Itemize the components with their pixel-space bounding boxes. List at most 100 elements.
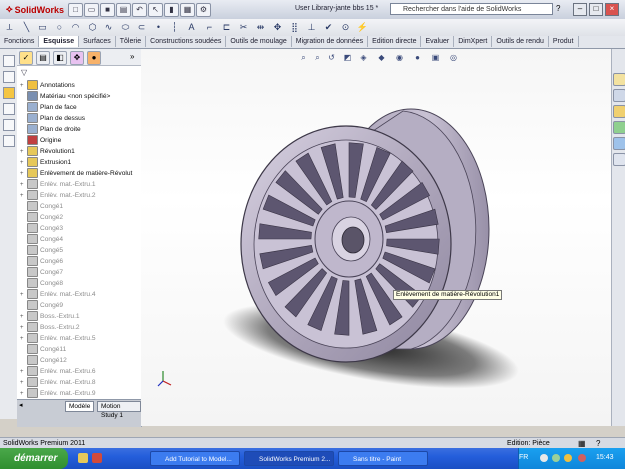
rectangle-icon[interactable]: ▭ (36, 21, 49, 33)
text-icon[interactable]: A (185, 21, 198, 33)
tree-item[interactable]: + Enlèv. mat.-Extru.1 (20, 179, 140, 190)
tree-item[interactable]: + Annotations (20, 80, 140, 91)
custom-properties-icon[interactable] (613, 153, 625, 166)
zoom-area-icon[interactable]: ⌕ (312, 52, 323, 63)
expand-panel-icon[interactable]: » (130, 52, 134, 61)
ellipse-icon[interactable]: ⬭ (119, 21, 132, 33)
tree-item[interactable]: + Enlèv. mat.-Extru.4 (20, 289, 140, 300)
mirror-icon[interactable]: ⇹ (254, 21, 267, 33)
point-icon[interactable]: • (152, 21, 165, 33)
polygon-icon[interactable]: ⬡ (86, 21, 99, 33)
pattern-icon[interactable]: ⣿ (288, 21, 301, 33)
appearance-icon[interactable] (3, 119, 15, 131)
zoom-to-fit-icon[interactable]: ⌕ (298, 52, 309, 63)
tree-item[interactable]: Congé8 (20, 278, 140, 289)
open-icon[interactable]: ▭ (84, 3, 99, 17)
section-view-toolbar-icon[interactable]: ◩ (342, 52, 353, 63)
tab-dimxpert[interactable]: DimXpert (454, 36, 493, 47)
tree-item[interactable]: Plan de droite (20, 124, 140, 135)
edit-appearance-icon[interactable]: ● (412, 52, 423, 63)
line-icon[interactable]: ╲ (20, 21, 33, 33)
tree-item[interactable]: + Enlèvement de matière-Révolut (20, 168, 140, 179)
appearances-icon[interactable] (613, 137, 625, 150)
display-manager-icon[interactable]: ● (87, 51, 101, 65)
tree-item[interactable]: Congé12 (20, 355, 140, 366)
tree-item[interactable]: Congé9 (20, 300, 140, 311)
repair-icon[interactable]: ✔ (322, 21, 335, 33)
select-icon[interactable]: ↖ (148, 3, 163, 17)
apply-scene-icon[interactable]: ▣ (430, 52, 441, 63)
tree-item[interactable]: Plan de face (20, 102, 140, 113)
scroll-left-icon[interactable]: ◂ (19, 401, 23, 409)
quick-snaps-icon[interactable]: ⊙ (339, 21, 352, 33)
tree-item[interactable]: + Enlèv. mat.-Extru.8 (20, 377, 140, 388)
scene-icon[interactable] (3, 135, 15, 147)
tree-item[interactable]: Congé3 (20, 223, 140, 234)
display-style-icon[interactable] (3, 87, 15, 99)
help-icon[interactable]: ? (556, 4, 560, 13)
tab-produt[interactable]: Produt (549, 36, 579, 47)
tree-item[interactable]: Congé4 (20, 234, 140, 245)
taskbar-item[interactable]: SolidWorks Premium 2... (244, 451, 334, 466)
tree-item[interactable]: Congé5 (20, 245, 140, 256)
tree-item[interactable]: + Enlèv. mat.-Extru.2 (20, 190, 140, 201)
tray-icon-2[interactable] (552, 454, 560, 462)
tree-item[interactable]: Plan de dessus (20, 113, 140, 124)
slot-icon[interactable]: ⊂ (135, 21, 148, 33)
tab-migration-de-donn-es[interactable]: Migration de données (292, 36, 369, 47)
tab-constructions-soud-es[interactable]: Constructions soudées (146, 36, 227, 47)
rebuild-icon[interactable]: ▮ (164, 3, 179, 17)
rapid-sketch-icon[interactable]: ⚡ (356, 21, 369, 33)
taskbar-item[interactable]: Add Tutorial to Model... (150, 451, 240, 466)
tray-icon-1[interactable] (540, 454, 548, 462)
tree-item[interactable]: + Boss.-Extru.1 (20, 311, 140, 322)
taskbar-item[interactable]: Sans titre - Paint (338, 451, 428, 466)
maximize-button[interactable]: □ (589, 3, 603, 16)
hide-show-icon[interactable] (3, 103, 15, 115)
property-manager-icon[interactable]: ▤ (36, 51, 50, 65)
app-logo[interactable]: ⟡ SolidWorks (2, 2, 68, 17)
tree-item[interactable]: Congé7 (20, 267, 140, 278)
tab-motion-study[interactable]: Motion Study 1 (97, 401, 141, 419)
fillet-icon[interactable]: ⌐ (203, 21, 216, 33)
tab-surfaces[interactable]: Surfaces (79, 36, 116, 47)
options-icon[interactable]: ⚙ (196, 3, 211, 17)
tab-outils-de-moulage[interactable]: Outils de moulage (226, 36, 292, 47)
tree-item[interactable]: Matériau <non spécifié> (20, 91, 140, 102)
feature-manager-icon[interactable]: ✓ (19, 51, 33, 65)
tree-item[interactable]: + Enlèv. mat.-Extru.6 (20, 366, 140, 377)
tree-item[interactable]: + Boss.-Extru.2 (20, 322, 140, 333)
smart-dimension-icon[interactable]: ⟂ (3, 21, 16, 33)
tree-item[interactable]: Origine (20, 135, 140, 146)
view-palette-icon[interactable] (613, 121, 625, 134)
filter-icon[interactable]: ▽ (21, 68, 27, 77)
spline-icon[interactable]: ∿ (102, 21, 115, 33)
file-properties-icon[interactable]: ▦ (180, 3, 195, 17)
help-search-input[interactable]: Rechercher dans l'aide de SolidWorks (390, 3, 553, 15)
quick-launch-icon[interactable] (78, 453, 88, 463)
tree-item[interactable]: Congé11 (20, 344, 140, 355)
design-library-icon[interactable] (613, 89, 625, 102)
hide-show-items-icon[interactable]: ◉ (394, 52, 405, 63)
tab-edition-directe[interactable]: Edition directe (368, 36, 422, 47)
section-view-icon[interactable] (3, 71, 15, 83)
minimize-button[interactable]: – (573, 3, 587, 16)
tray-icon-4[interactable] (578, 454, 586, 462)
display-style-toolbar-icon[interactable]: ◆ (376, 52, 387, 63)
tree-item[interactable]: + Enlèv. mat.-Extru.5 (20, 333, 140, 344)
relations-icon[interactable]: ⊥ (305, 21, 318, 33)
tree-item[interactable]: Congé2 (20, 212, 140, 223)
quick-launch-solidworks-icon[interactable] (92, 453, 102, 463)
language-indicator[interactable]: FR (519, 454, 528, 461)
tree-item[interactable]: Congé1 (20, 201, 140, 212)
view-orientation-toolbar-icon[interactable]: ◈ (358, 52, 369, 63)
circle-icon[interactable]: ○ (53, 21, 66, 33)
previous-view-icon[interactable]: ↺ (326, 52, 337, 63)
tray-icon-3[interactable] (564, 454, 572, 462)
start-button[interactable]: démarrer (0, 448, 68, 469)
offset-icon[interactable]: ⊏ (220, 21, 233, 33)
tab-fonctions[interactable]: Fonctions (0, 36, 40, 47)
graphics-viewport[interactable] (141, 49, 611, 426)
configuration-manager-icon[interactable]: ◧ (53, 51, 67, 65)
save-icon[interactable]: ■ (100, 3, 115, 17)
